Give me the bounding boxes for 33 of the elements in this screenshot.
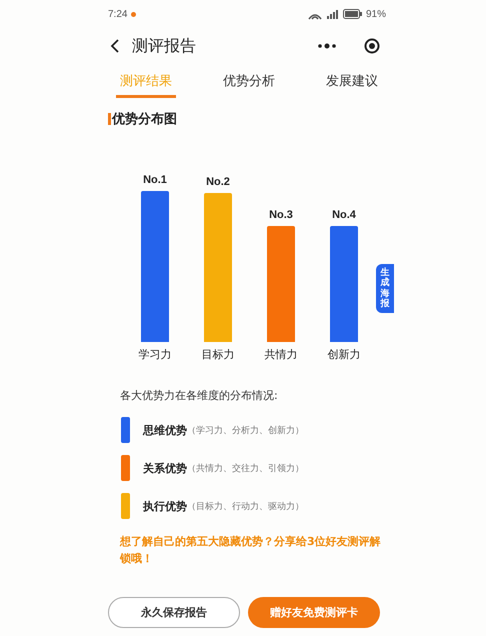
more-button[interactable] <box>316 41 338 51</box>
rank-label: No.4 <box>332 209 356 224</box>
category-label: 目标力 <box>202 347 234 362</box>
legend-intro: 各大优势力在各维度的分布情况: <box>120 388 279 403</box>
target-icon <box>364 38 380 54</box>
action-button[interactable]: 永久保存报告 <box>108 597 240 628</box>
rank-label: No.1 <box>143 174 167 188</box>
close-button[interactable] <box>362 36 382 56</box>
battery-icon <box>342 9 362 19</box>
page-title: 测评报告 <box>132 36 196 56</box>
status-time: 7:24 <box>108 8 128 20</box>
category-label: 学习力 <box>138 347 172 362</box>
legend-detail: （目标力、行动力、驱动力） <box>187 500 304 512</box>
poster-button[interactable]: 生成海报 <box>376 264 394 314</box>
category-label: 创新力 <box>328 347 360 362</box>
legend-name: 关系优势 <box>143 460 187 476</box>
tab[interactable]: 发展建议 <box>322 68 382 98</box>
legend-name: 执行优势 <box>143 498 187 514</box>
legend-detail: （共情力、交往力、引领力） <box>187 462 304 474</box>
rank-label: No.3 <box>269 209 293 224</box>
promo-text: 想了解自己的第五大隐藏优势？分享给3位好友测评解锁哦！ <box>120 534 382 567</box>
title-marker <box>108 113 111 125</box>
notification-dot <box>131 12 136 16</box>
rank-label: No.2 <box>206 176 230 190</box>
signal-icon <box>326 8 339 20</box>
section-title: 优势分布图 <box>112 111 177 128</box>
back-icon <box>110 39 120 53</box>
more-icon <box>318 43 336 49</box>
battery-level: 91% <box>366 8 386 20</box>
category-label: 共情力 <box>264 347 298 362</box>
tab[interactable]: 优势分析 <box>219 68 279 98</box>
legend-name: 思维优势 <box>143 422 187 438</box>
legend-detail: （学习力、分析力、创新力） <box>187 424 304 436</box>
